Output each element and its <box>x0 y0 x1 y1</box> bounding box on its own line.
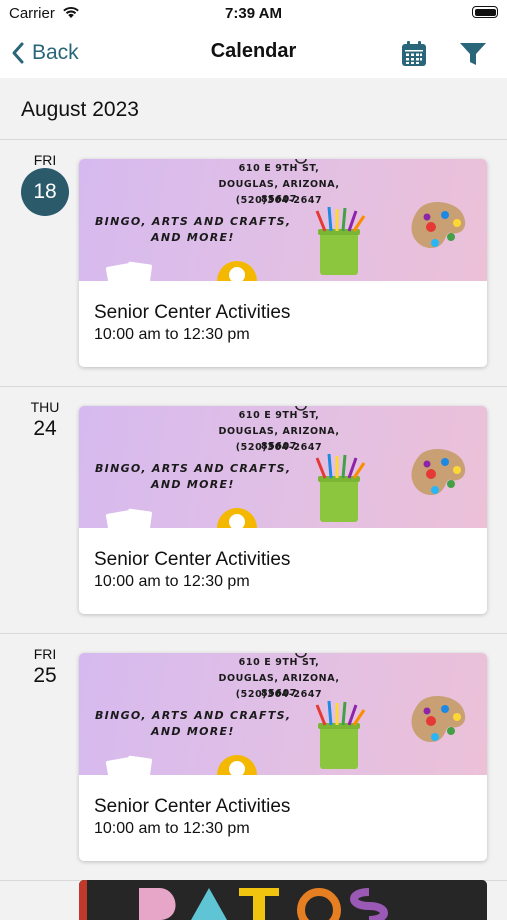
flyer-tagline: BINGO, ARTS AND CRAFTS, <box>95 215 292 228</box>
event-flyer-image: 610 E 9TH ST, DOUGLAS, ARIZONA, 85607 (5… <box>79 653 487 775</box>
flyer-tagline: AND MORE! <box>151 478 235 491</box>
day-of-week: FRI <box>33 152 57 168</box>
month-label: August 2023 <box>21 98 139 121</box>
day-of-week: FRI <box>33 646 57 662</box>
flyer-address-line: 610 E 9TH ST, <box>238 657 320 668</box>
event-title: Senior Center Activities <box>94 549 291 570</box>
event-time: 10:00 am to 12:30 pm <box>94 820 250 837</box>
event-time: 10:00 am to 12:30 pm <box>94 326 250 343</box>
flyer-phone: (520)364-2647 <box>235 689 323 700</box>
day-number: 24 <box>33 417 57 440</box>
event-card[interactable]: 610 E 9TH ST, DOUGLAS, ARIZONA, 85607 (5… <box>79 159 487 367</box>
back-button[interactable]: Back <box>10 38 79 68</box>
event-row: FRI 18 610 E 9TH ST, DOUGLAS, ARIZONA, 8… <box>0 140 507 387</box>
flyer-phone: (520)364-2647 <box>235 442 323 453</box>
status-time: 7:39 AM <box>225 5 282 22</box>
battery-icon <box>472 6 498 18</box>
event-time: 10:00 am to 12:30 pm <box>94 573 250 590</box>
month-header: August 2023 <box>0 78 507 140</box>
calendar-icon[interactable] <box>400 40 428 68</box>
event-row: THU 24 610 E 9TH ST, DOUGLAS, ARIZONA, 8… <box>0 387 507 634</box>
event-title: Senior Center Activities <box>94 796 291 817</box>
partial-flyer-image <box>79 880 487 920</box>
event-card-partial[interactable] <box>79 880 487 920</box>
flyer-tagline: AND MORE! <box>151 231 235 244</box>
filter-icon[interactable] <box>458 41 488 67</box>
flyer-tagline: BINGO, ARTS AND CRAFTS, <box>95 462 292 475</box>
status-bar: Carrier 7:39 AM <box>0 0 507 28</box>
day-of-week: THU <box>30 399 60 415</box>
day-number: 25 <box>33 664 57 687</box>
flyer-tagline: AND MORE! <box>151 725 235 738</box>
chevron-left-icon <box>12 42 24 64</box>
event-card[interactable]: 610 E 9TH ST, DOUGLAS, ARIZONA, 85607 (5… <box>79 406 487 614</box>
flyer-address-line: 610 E 9TH ST, <box>238 163 320 174</box>
event-flyer-image: 610 E 9TH ST, DOUGLAS, ARIZONA, 85607 (5… <box>79 406 487 528</box>
event-title: Senior Center Activities <box>94 302 291 323</box>
flyer-tagline: BINGO, ARTS AND CRAFTS, <box>95 709 292 722</box>
day-number-today: 18 <box>21 168 69 216</box>
flyer-phone: (520)364-2647 <box>235 195 323 206</box>
navigation-bar: Back Calendar <box>0 28 507 78</box>
back-label: Back <box>32 41 79 64</box>
event-flyer-image: 610 E 9TH ST, DOUGLAS, ARIZONA, 85607 (5… <box>79 159 487 281</box>
flyer-address-line: 610 E 9TH ST, <box>238 410 320 421</box>
event-card[interactable]: 610 E 9TH ST, DOUGLAS, ARIZONA, 85607 (5… <box>79 653 487 861</box>
event-row: FRI 25 610 E 9TH ST, DOUGLAS, ARIZONA, 8… <box>0 634 507 881</box>
